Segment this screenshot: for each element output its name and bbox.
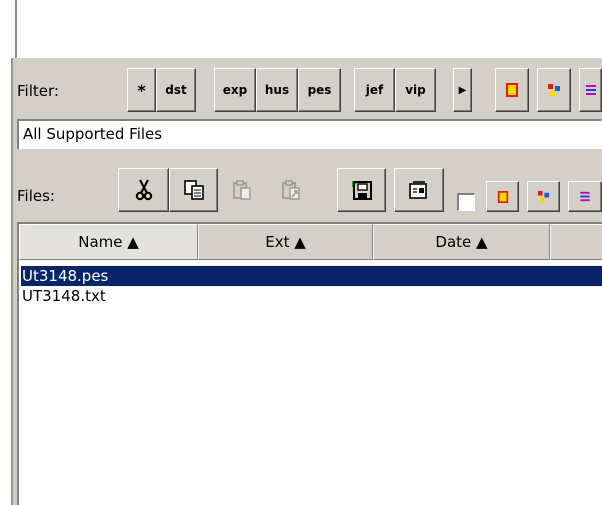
files-format-button-3[interactable]	[568, 181, 602, 212]
list-item[interactable]: UT3148.txt	[21, 286, 106, 306]
embroidery-format-icon	[506, 83, 518, 97]
column-header-date[interactable]: Date ▲	[373, 224, 550, 260]
paste-icon	[233, 180, 251, 200]
filter-format-button-2[interactable]	[537, 68, 571, 112]
filter-exp-button[interactable]: exp	[214, 68, 256, 112]
cut-icon	[135, 179, 152, 201]
filter-all-button[interactable]: *	[127, 68, 156, 112]
list-item[interactable]: Ut3148.pes	[21, 266, 602, 286]
files-label: Files:	[17, 187, 55, 205]
filter-format-button-1[interactable]	[495, 68, 529, 112]
filter-more-button[interactable]: ▶	[453, 68, 472, 112]
column-header-name[interactable]: Name ▲	[19, 224, 198, 260]
paste-shortcut-button[interactable]	[266, 168, 316, 212]
copy-button[interactable]	[169, 168, 218, 212]
properties-button[interactable]	[394, 168, 444, 212]
select-all-checkbox[interactable]	[457, 193, 475, 211]
list-format-icon	[585, 85, 596, 95]
file-type-select[interactable]: All Supported Files	[17, 119, 602, 149]
play-right-icon: ▶	[458, 84, 467, 96]
list-format-icon	[580, 191, 590, 202]
save-icon	[351, 181, 372, 200]
filter-pes-button[interactable]: pes	[298, 68, 341, 112]
window-edge	[15, 0, 17, 58]
paste-button[interactable]	[218, 168, 266, 212]
files-format-button-2[interactable]	[527, 181, 560, 212]
properties-icon	[409, 181, 427, 199]
filter-format-button-3[interactable]	[579, 68, 602, 112]
paste-shortcut-icon	[282, 180, 300, 200]
file-list[interactable]: Name ▲ Ext ▲ Date ▲ Ut3148.pes UT3148.tx…	[17, 222, 602, 505]
filter-jef-button[interactable]: jef	[354, 68, 395, 112]
filter-hus-button[interactable]: hus	[256, 68, 298, 112]
embroidery-colors-icon	[537, 190, 550, 203]
filter-vip-button[interactable]: vip	[395, 68, 436, 112]
embroidery-format-icon	[497, 190, 508, 203]
save-button[interactable]	[337, 168, 386, 212]
column-header-ext[interactable]: Ext ▲	[198, 224, 373, 260]
files-format-button-1[interactable]	[486, 181, 519, 212]
filter-label: Filter:	[17, 82, 59, 100]
cut-button[interactable]	[118, 168, 169, 212]
copy-icon	[183, 180, 204, 200]
embroidery-colors-icon	[548, 84, 560, 96]
column-header-extra[interactable]	[550, 224, 602, 260]
filter-dst-button[interactable]: dst	[156, 68, 196, 112]
